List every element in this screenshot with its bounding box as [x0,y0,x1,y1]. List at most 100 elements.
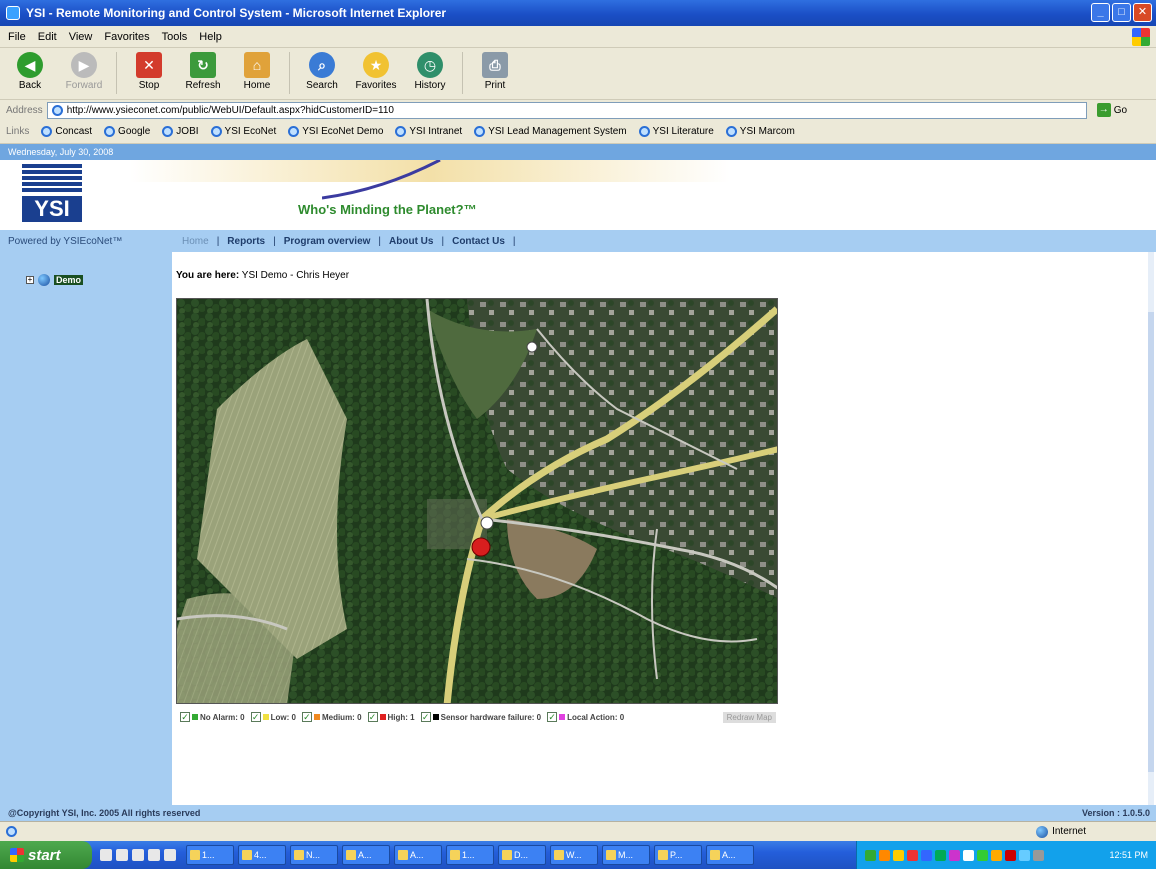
page-footer: @Copyright YSI, Inc. 2005 All rights res… [0,805,1156,821]
page-scrollbar[interactable] [1148,252,1154,805]
tray-icon[interactable] [1005,849,1016,861]
favorites-button[interactable]: ★ Favorites [354,52,398,91]
nav-about-us[interactable]: About Us [389,236,433,247]
legend-medium[interactable]: ✓ Medium: 0 [301,712,362,722]
link-item[interactable]: YSI EcoNet [210,126,276,137]
legend-swatch [379,714,386,720]
quick-launch-icon[interactable] [132,849,144,861]
star-icon: ★ [363,52,389,78]
legend-no-alarm[interactable]: ✓ No Alarm: 0 [180,712,245,722]
checkbox-checked[interactable]: ✓ [420,712,431,722]
tray-icon[interactable] [907,849,918,861]
quick-launch-icon[interactable] [116,849,128,861]
search-button[interactable]: ⌕ Search [300,52,344,91]
tagline: Who's Minding the Planet?™ [298,202,477,217]
checkbox-checked[interactable]: ✓ [250,712,261,722]
tray-icon[interactable] [1019,849,1030,861]
start-button[interactable]: start [0,841,92,869]
checkbox-checked[interactable]: ✓ [301,712,312,722]
menu-edit[interactable]: Edit [38,31,57,43]
history-button[interactable]: ◷ History [408,52,452,91]
link-item[interactable]: Concast [41,126,92,137]
legend-sensor-failure[interactable]: ✓ Sensor hardware failure: 0 [420,712,541,722]
nav-program-overview[interactable]: Program overview [284,236,371,247]
legend-local-action[interactable]: ✓ Local Action: 0 [547,712,624,722]
task-button[interactable]: 1... [446,845,494,865]
nav-contact-us[interactable]: Contact Us [452,236,505,247]
tray-icon[interactable] [879,849,890,861]
task-button[interactable]: 1... [186,845,234,865]
menu-favorites[interactable]: Favorites [104,31,149,43]
menu-tools[interactable]: Tools [162,31,188,43]
legend-high[interactable]: ✓ High: 1 [367,712,415,722]
forward-button[interactable]: ▶ Forward [62,52,106,91]
minimize-icon[interactable]: _ [1091,3,1110,22]
redraw-map-button[interactable]: Redraw Map [722,711,776,723]
print-button[interactable]: ⎙ Print [473,52,517,91]
task-button[interactable]: P... [654,845,702,865]
ie-page-icon [104,126,116,137]
stop-button[interactable]: ✕ Stop [127,52,171,91]
task-button[interactable]: 4... [238,845,286,865]
tray-icon[interactable] [991,849,1002,861]
link-item[interactable]: YSI Marcom [725,126,795,137]
maximize-icon[interactable]: □ [1112,3,1131,22]
task-button[interactable]: A... [706,845,754,865]
satellite-map[interactable] [176,298,778,704]
checkbox-checked[interactable]: ✓ [367,712,378,722]
tray-icon[interactable] [893,849,904,861]
tray-icon[interactable] [935,849,946,861]
tray-icon[interactable] [865,849,876,861]
nav-home[interactable]: Home [182,236,209,247]
task-button[interactable]: D... [498,845,546,865]
address-label: Address [6,104,43,116]
task-button[interactable]: A... [394,845,442,865]
forward-label: Forward [65,80,103,91]
link-item[interactable]: YSI Literature [638,126,714,137]
home-button[interactable]: ⌂ Home [235,52,279,91]
task-button[interactable]: A... [342,845,390,865]
task-button[interactable]: W... [550,845,598,865]
quick-launch [100,849,176,861]
clock: 12:51 PM [1109,850,1148,860]
address-input[interactable]: http://www.ysieconet.com/public/WebUI/De… [46,101,1087,119]
tree-label[interactable]: Demo [54,275,84,285]
quick-launch-icon[interactable] [164,849,176,861]
quick-launch-icon[interactable] [148,849,160,861]
refresh-icon: ↻ [190,52,216,78]
nav-reports[interactable]: Reports [227,236,265,247]
tray-icon[interactable] [963,849,974,861]
expand-icon[interactable]: + [26,276,34,284]
link-item[interactable]: YSI Intranet [395,126,462,137]
task-label: 1... [462,850,475,860]
app-icon [242,850,252,860]
refresh-button[interactable]: ↻ Refresh [181,52,225,91]
back-button[interactable]: ◀ Back [8,52,52,91]
windows-flag-icon [10,848,24,862]
task-button[interactable]: N... [290,845,338,865]
legend-low[interactable]: ✓ Low: 0 [250,712,296,722]
main-nav: Home | Reports | Program overview | About U… [172,236,516,247]
link-item[interactable]: YSI EcoNet Demo [288,126,383,137]
link-item[interactable]: JOBI [162,126,199,137]
checkbox-checked[interactable]: ✓ [547,712,558,722]
link-item[interactable]: Google [104,126,150,137]
menu-view[interactable]: View [69,31,93,43]
link-item[interactable]: YSI Lead Management System [474,126,627,137]
tray-icon[interactable] [921,849,932,861]
print-icon: ⎙ [482,52,508,78]
menu-file[interactable]: File [8,31,26,43]
breadcrumb-value[interactable]: YSI Demo - Chris Heyer [242,270,349,281]
home-label: Home [243,80,271,91]
scrollbar-thumb[interactable] [1148,312,1154,772]
task-button[interactable]: M... [602,845,650,865]
tree-item-demo[interactable]: + Demo [26,274,84,286]
go-button[interactable]: → Go [1096,103,1127,117]
tray-icon[interactable] [1033,849,1044,861]
checkbox-checked[interactable]: ✓ [180,712,190,722]
close-icon[interactable]: ✕ [1133,3,1152,22]
tray-icon[interactable] [977,849,988,861]
quick-launch-icon[interactable] [100,849,112,861]
tray-icon[interactable] [949,849,960,861]
menu-help[interactable]: Help [199,31,222,43]
